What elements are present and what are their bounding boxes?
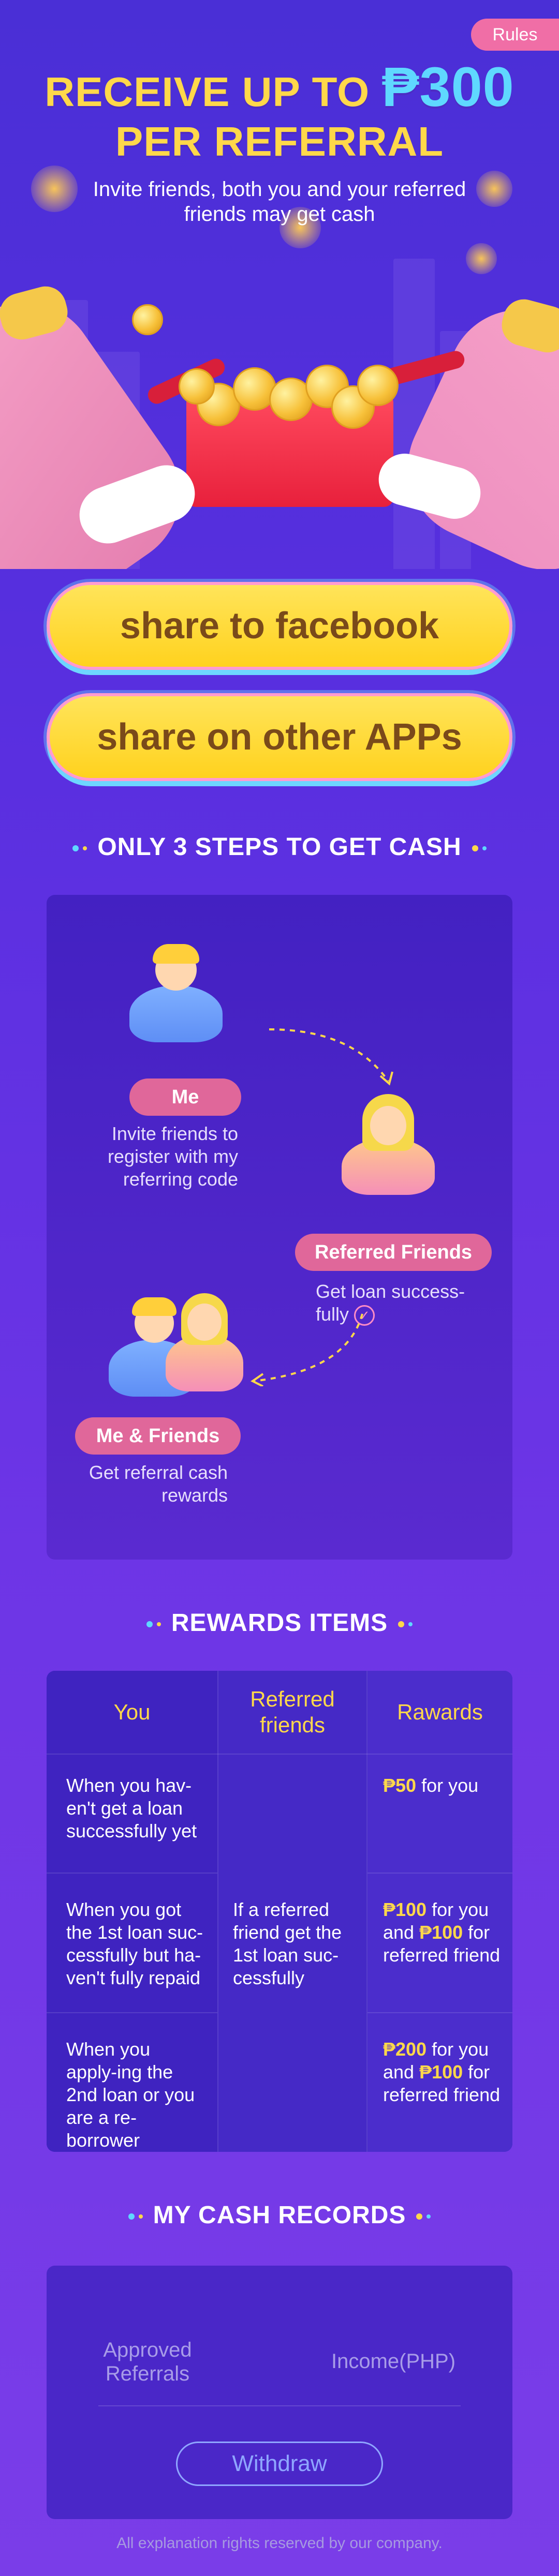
arrow-1-icon: [269, 1028, 393, 1086]
rewards-header-referred: Referred friends: [250, 1687, 335, 1737]
me-avatar: [124, 944, 228, 1042]
divider: [98, 2405, 461, 2406]
footer-text: All explanation rights reserved by our c…: [116, 2535, 443, 2552]
coin-icon: [132, 304, 163, 335]
rewards-header-rewards: Rawards: [397, 1700, 483, 1724]
table-row-2-reward: ₱100 for you and ₱100 for referred frien…: [383, 1899, 501, 1966]
cash-records-card: Approved Referrals Income(PHP) Withdraw: [47, 2266, 512, 2519]
decor-dot: [72, 845, 79, 852]
decor-dot: [472, 845, 478, 852]
table-row-1-you: When you hav-en't get a loan successfull…: [66, 1775, 197, 1841]
table-row-2-you: When you got the 1st loan suc-cessfully …: [66, 1899, 203, 1988]
approved-referrals-label: Approved Referrals: [103, 2339, 192, 2385]
records-section-title: MY CASH RECORDS: [0, 2201, 559, 2229]
rewards-header-you: You: [113, 1700, 151, 1724]
decor-dot: [408, 1622, 413, 1627]
coins-illustration: [197, 362, 375, 429]
step-me-and-friends-description: Get referral cash rewards: [89, 1462, 228, 1506]
decor-dot: [156, 1622, 161, 1627]
step-me-label: Me: [129, 1079, 241, 1116]
bokeh-light: [31, 166, 78, 212]
coin-icon: [357, 365, 399, 406]
steps-section-title: ONLY 3 STEPS TO GET CASH: [0, 833, 559, 861]
decor-dot: [138, 2214, 143, 2219]
table-row-3-reward: ₱200 for you and ₱100 for referred frien…: [383, 2039, 501, 2105]
share-facebook-button[interactable]: share to facebook: [47, 582, 512, 670]
page-title: RECEIVE UP TO ₱300 PER REFERRAL: [45, 55, 514, 165]
decor-dot: [426, 2214, 431, 2219]
steps-card: Me Invite friends to register with my re…: [47, 895, 512, 1560]
rules-button[interactable]: Rules: [471, 19, 559, 51]
hero-banner: Rules RECEIVE UP TO ₱300 PER REFERRAL In…: [0, 0, 559, 569]
bokeh-light: [466, 243, 497, 274]
referred-friend-avatar: [336, 1091, 440, 1195]
me-and-friends-avatar: [109, 1278, 243, 1397]
rewards-table: You Referred friends Rawards When you ha…: [47, 1671, 512, 2152]
decor-dot: [128, 2213, 135, 2220]
step-me-and-friends-label: Me & Friends: [75, 1417, 241, 1455]
table-row-3-you: When you apply-ing the 2nd loan or you a…: [66, 2039, 195, 2151]
step-me-description: Invite friends to register with my refer…: [107, 1123, 238, 1190]
table-row-1-reward: ₱50 for you: [383, 1775, 479, 1796]
max-reward-amount: ₱300: [381, 55, 514, 118]
decor-dot: [398, 1621, 405, 1628]
withdraw-button[interactable]: Withdraw: [176, 2442, 383, 2486]
rewards-section-title: REWARDS ITEMS: [0, 1609, 559, 1637]
decor-dot: [416, 2213, 423, 2220]
step-referred-friends-label: Referred Friends: [295, 1234, 492, 1271]
arrow-2-icon: [251, 1313, 363, 1386]
decor-dot: [146, 1621, 153, 1628]
coin-icon: [179, 368, 215, 405]
decor-dot: [482, 846, 487, 851]
table-referred-condition: If a referred friend get the 1st loan su…: [233, 1899, 342, 1988]
decor-dot: [83, 846, 87, 851]
page-subtitle: Invite friends, both you and your referr…: [93, 178, 466, 226]
share-other-apps-button[interactable]: share on other APPs: [47, 693, 512, 781]
income-label: Income(PHP): [331, 2350, 456, 2373]
